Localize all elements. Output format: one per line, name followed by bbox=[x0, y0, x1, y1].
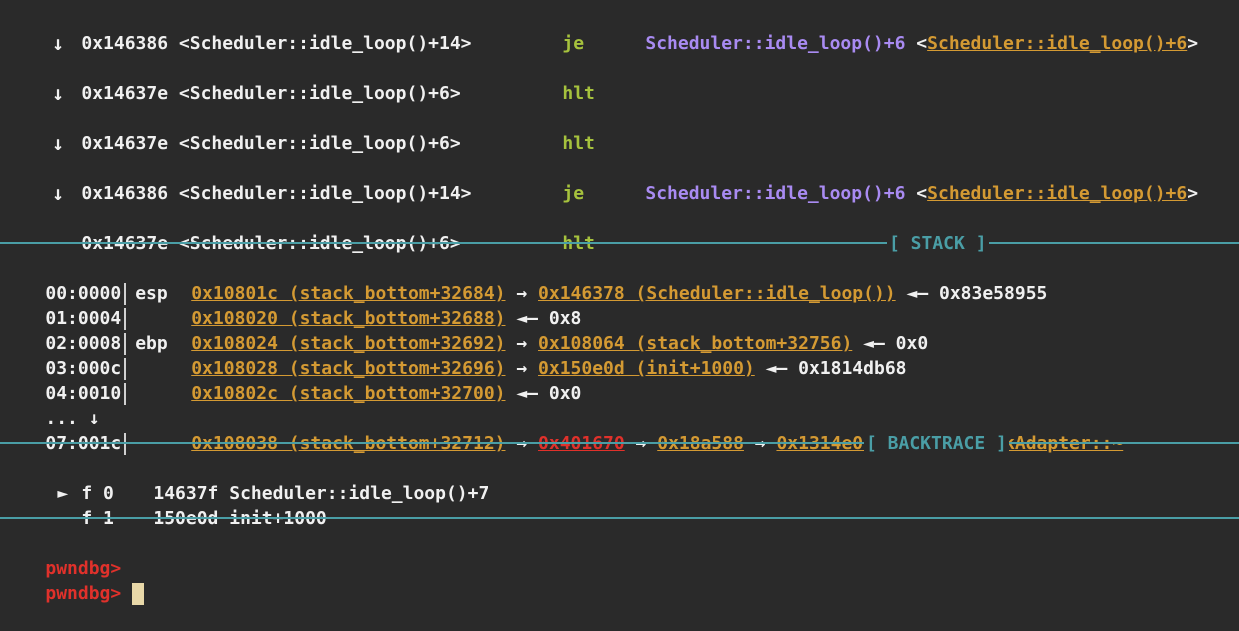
stack-value: 0x0 bbox=[548, 383, 582, 404]
down-arrow-icon: ↓ bbox=[52, 31, 65, 55]
command-input-line[interactable]: pwndbg> bbox=[2, 556, 145, 605]
disasm-mnemonic: hlt bbox=[562, 83, 595, 104]
text-cursor[interactable] bbox=[132, 583, 145, 605]
backtrace-separator bbox=[0, 442, 1239, 444]
stack-row: 03:000c 0x108028 (stack_bottom+32696) → 0… bbox=[45, 358, 907, 380]
stack-row: 07:001c 0x108038 (stack_bottom+32712) → 0… bbox=[2, 406, 1123, 455]
down-arrow-icon: ↓ bbox=[52, 181, 65, 205]
disasm-mnemonic-row: hlt bbox=[519, 56, 595, 104]
disasm-operand-row: Scheduler::idle_loop()+6 <Scheduler::idl… bbox=[645, 183, 1199, 204]
disasm-mnemonic-row: je bbox=[519, 156, 584, 204]
disasm-mnemonic-row: hlt bbox=[519, 106, 595, 154]
disasm-mnemonic: hlt bbox=[562, 133, 595, 154]
disasm-mnemonic-row: hlt bbox=[519, 206, 595, 254]
stack-row: 00:0000 esp 0x10801c (stack_bottom+32684) … bbox=[45, 283, 1048, 305]
backtrace-row: f 1 150e0d init+1000 bbox=[14, 481, 326, 529]
stack-row: 01:0004 0x108020 (stack_bottom+32688) ◄— … bbox=[45, 308, 582, 330]
terminal-window[interactable]: 0x146386 <Scheduler::idle_loop()+14> je … bbox=[0, 0, 1239, 605]
stack-section-title: [ STACK ] bbox=[887, 231, 989, 256]
disasm-target-link[interactable]: Scheduler::idle_loop()+6 bbox=[927, 183, 1187, 204]
disasm-address: 0x14637e bbox=[81, 133, 169, 154]
disasm-mnemonic: je bbox=[562, 183, 585, 204]
stack-pointer-link[interactable]: 0x146378 (Scheduler::idle_loop()) bbox=[538, 283, 896, 304]
stack-value: 0x83e58955 bbox=[939, 283, 1048, 304]
disasm-symbol: <Scheduler::idle_loop()+6> bbox=[178, 83, 461, 104]
backtrace-section-title: [ BACKTRACE ] bbox=[864, 431, 1009, 456]
disasm-mnemonic: je bbox=[562, 33, 585, 54]
down-arrow-icon: ↓ bbox=[52, 131, 65, 155]
disasm-target: Scheduler::idle_loop()+6 bbox=[645, 183, 906, 204]
down-arrow-icon: ↓ bbox=[52, 81, 65, 105]
stack-divider bbox=[124, 433, 127, 455]
disasm-symbol: <Scheduler::idle_loop()+6> bbox=[178, 133, 461, 154]
disasm-address: 0x146386 bbox=[81, 33, 169, 54]
disasm-mnemonic-row: je bbox=[519, 6, 584, 54]
disasm-address: 0x146386 bbox=[81, 183, 169, 204]
disasm-target: Scheduler::idle_loop()+6 bbox=[645, 33, 906, 54]
stack-row: 02:0008 ebp 0x108024 (stack_bottom+32692) … bbox=[45, 333, 929, 355]
stack-ellipsis-row: ... ↓ bbox=[2, 381, 99, 429]
disasm-line: 0x14637e <Scheduler::idle_loop()+6> bbox=[38, 106, 460, 154]
disasm-line: 0x14637e <Scheduler::idle_loop()+6> bbox=[38, 56, 460, 104]
stack-separator bbox=[0, 242, 1239, 244]
disasm-symbol: <Scheduler::idle_loop()+14> bbox=[178, 33, 472, 54]
bottom-separator bbox=[0, 517, 1239, 519]
disasm-operand-row: Scheduler::idle_loop()+6 <Scheduler::idl… bbox=[645, 33, 1199, 54]
disasm-target-link[interactable]: Scheduler::idle_loop()+6 bbox=[927, 33, 1187, 54]
prompt-label: pwndbg> bbox=[45, 583, 122, 604]
stack-row: 04:0010 0x10802c (stack_bottom+32700) ◄— … bbox=[45, 383, 582, 405]
backtrace-row: ► f 0 14637f Scheduler::idle_loop()+7 bbox=[14, 456, 489, 504]
disasm-line: 0x146386 <Scheduler::idle_loop()+14> bbox=[38, 156, 471, 204]
stack-value: 0x1814db68 bbox=[798, 358, 907, 379]
disasm-line: 0x146386 <Scheduler::idle_loop()+14> bbox=[38, 6, 471, 54]
stack-divider bbox=[124, 383, 127, 405]
disasm-line: 0x14637e <Scheduler::idle_loop()+6> bbox=[38, 206, 460, 254]
stack-address-link[interactable]: 0x10802c (stack_bottom+32700) bbox=[191, 383, 505, 404]
prompt-line: pwndbg> bbox=[2, 531, 121, 579]
disasm-symbol: <Scheduler::idle_loop()+14> bbox=[178, 183, 472, 204]
disasm-address: 0x14637e bbox=[81, 83, 169, 104]
